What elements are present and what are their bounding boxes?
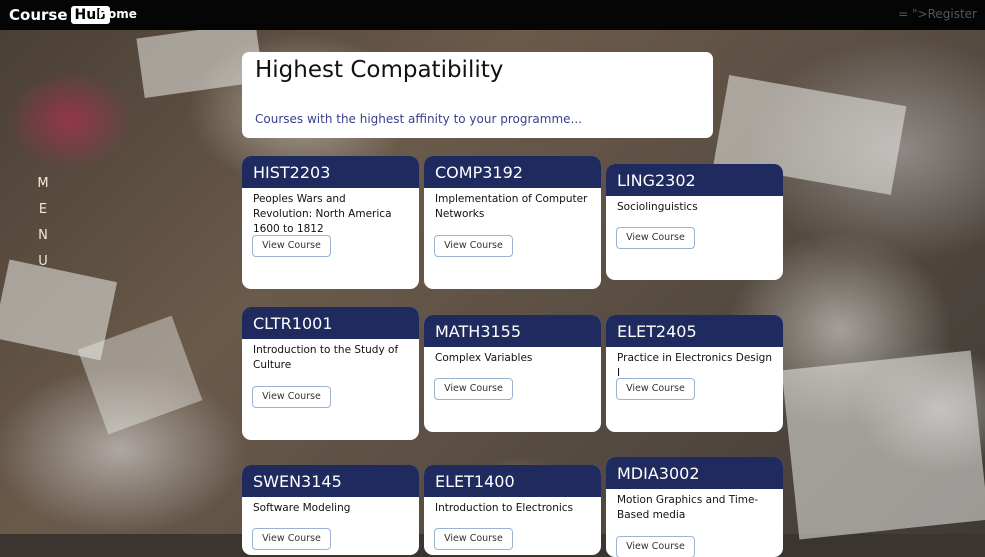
side-menu-toggle[interactable]: M E N U bbox=[36, 175, 50, 279]
coursehub-logo[interactable]: Course Hub bbox=[9, 4, 111, 26]
course-code: COMP3192 bbox=[424, 156, 601, 188]
course-title: Peoples Wars and Revolution: North Ameri… bbox=[253, 193, 392, 235]
course-title: Introduction to Electronics bbox=[435, 502, 574, 514]
course-code: SWEN3145 bbox=[242, 465, 419, 497]
course-title: Implementation of Computer Networks bbox=[435, 193, 588, 220]
page-title: Highest Compatibility bbox=[255, 57, 504, 83]
view-course-button[interactable]: View Course bbox=[616, 536, 695, 557]
course-card: MATH3155 Complex Variables View Course bbox=[424, 315, 601, 432]
course-code: ELET2405 bbox=[606, 315, 783, 347]
view-course-button[interactable]: View Course bbox=[616, 227, 695, 249]
course-card: HIST2203 Peoples Wars and Revolution: No… bbox=[242, 156, 419, 289]
view-course-button[interactable]: View Course bbox=[616, 378, 695, 400]
course-title: Practice in Electronics Design I bbox=[617, 352, 773, 379]
course-card: CLTR1001 Introduction to the Study of Cu… bbox=[242, 307, 419, 440]
menu-letter: U bbox=[38, 254, 48, 269]
nav-home-link[interactable]: Home bbox=[98, 7, 137, 21]
course-card: COMP3192 Implementation of Computer Netw… bbox=[424, 156, 601, 289]
menu-letter: M bbox=[37, 176, 49, 191]
course-card: SWEN3145 Software Modeling View Course bbox=[242, 465, 419, 555]
course-card: MDIA3002 Motion Graphics and Time-Based … bbox=[606, 457, 783, 557]
compatibility-header-card: Highest Compatibility Courses with the h… bbox=[242, 52, 713, 138]
course-title: Motion Graphics and Time-Based media bbox=[617, 494, 759, 521]
course-title: Complex Variables bbox=[435, 352, 533, 364]
logo-course-text: Course bbox=[9, 6, 68, 24]
course-title: Introduction to the Study of Culture bbox=[253, 344, 399, 371]
course-code: MDIA3002 bbox=[606, 457, 783, 489]
menu-letter: N bbox=[38, 228, 48, 243]
course-code: CLTR1001 bbox=[242, 307, 419, 339]
view-course-button[interactable]: View Course bbox=[434, 378, 513, 400]
menu-letter: E bbox=[38, 202, 48, 217]
register-link[interactable]: = ">Register bbox=[898, 7, 977, 21]
view-course-button[interactable]: View Course bbox=[434, 235, 513, 257]
view-course-button[interactable]: View Course bbox=[434, 528, 513, 550]
course-code: HIST2203 bbox=[242, 156, 419, 188]
top-navbar: Course Hub Home = ">Register bbox=[0, 0, 985, 30]
course-card: ELET2405 Practice in Electronics Design … bbox=[606, 315, 783, 432]
view-course-button[interactable]: View Course bbox=[252, 235, 331, 257]
course-code: ELET1400 bbox=[424, 465, 601, 497]
course-title: Software Modeling bbox=[253, 502, 351, 514]
course-card: LING2302 Sociolinguistics View Course bbox=[606, 164, 783, 280]
course-card: ELET1400 Introduction to Electronics Vie… bbox=[424, 465, 601, 555]
course-code: MATH3155 bbox=[424, 315, 601, 347]
course-code: LING2302 bbox=[606, 164, 783, 196]
page-subtitle: Courses with the highest affinity to you… bbox=[255, 112, 582, 126]
view-course-button[interactable]: View Course bbox=[252, 386, 331, 408]
view-course-button[interactable]: View Course bbox=[252, 528, 331, 550]
course-title: Sociolinguistics bbox=[617, 201, 698, 213]
